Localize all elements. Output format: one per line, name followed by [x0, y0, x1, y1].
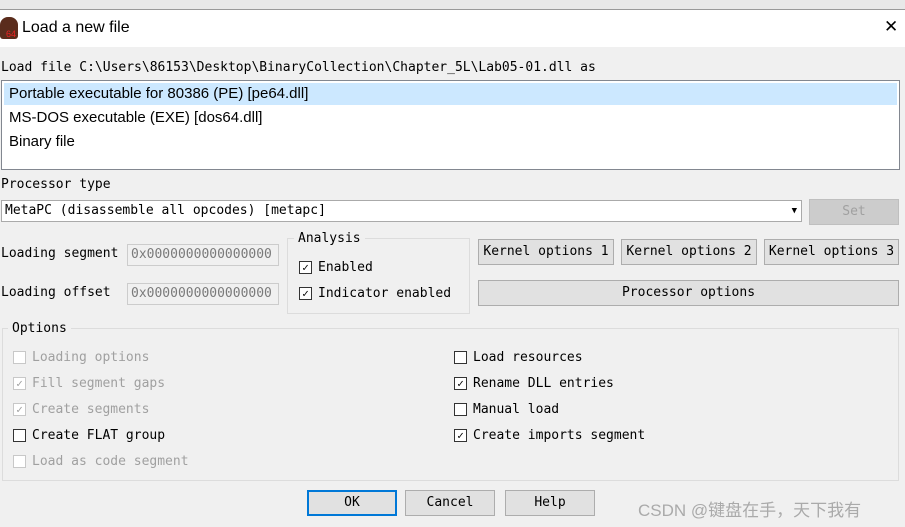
loading-options-checkbox[interactable]: Loading options [13, 350, 149, 365]
cancel-button[interactable]: Cancel [405, 490, 495, 516]
window-title: Load a new file [22, 19, 130, 36]
processor-select[interactable]: MetaPC (disassemble all opcodes) [metapc… [1, 200, 802, 222]
checkbox-box [454, 351, 467, 364]
processor-value: MetaPC (disassemble all opcodes) [metapc… [5, 203, 326, 218]
checkbox-box [13, 351, 26, 364]
loading-segment-input[interactable]: 0x0000000000000000 [127, 244, 279, 266]
option-label: Rename DLL entries [473, 376, 614, 391]
option-label: Create FLAT group [32, 428, 166, 443]
analysis-title: Analysis [294, 231, 365, 246]
option-label: Load as code segment [32, 454, 189, 469]
option-label: Create segments [32, 402, 150, 417]
chevron-down-icon: ▼ [791, 206, 797, 216]
app-icon: 64 [0, 17, 18, 39]
kernel-options-3-button[interactable]: Kernel options 3 [764, 239, 899, 265]
kernel-options-2-button[interactable]: Kernel options 2 [621, 239, 757, 265]
kernel-options-1-button[interactable]: Kernel options 1 [478, 239, 614, 265]
create-segments-checkbox[interactable]: ✓ Create segments [13, 402, 149, 417]
option-label: Manual load [473, 402, 560, 417]
load-as-code-segment-checkbox[interactable]: Load as code segment [13, 454, 189, 469]
analysis-group [287, 238, 470, 314]
loading-offset-label: Loading offset [1, 285, 111, 300]
check-icon: ✓ [299, 261, 312, 274]
load-file-label: Load file C:\Users\86153\Desktop\BinaryC… [1, 60, 596, 75]
watermark: CSDN @键盘在手，天下我有 [638, 501, 862, 520]
options-title: Options [8, 321, 71, 336]
enabled-checkbox[interactable]: ✓ Enabled [299, 260, 373, 275]
loading-segment-label: Loading segment [1, 246, 119, 261]
list-item[interactable]: Portable executable for 80386 (PE) [pe64… [4, 83, 897, 105]
checkbox-box [13, 429, 26, 442]
ok-button[interactable]: OK [307, 490, 397, 516]
checkbox-box [454, 403, 467, 416]
enabled-label: Enabled [318, 260, 373, 275]
create-imports-segment-checkbox[interactable]: ✓ Create imports segment [454, 428, 645, 443]
check-icon: ✓ [13, 377, 26, 390]
check-icon: ✓ [13, 403, 26, 416]
option-label: Create imports segment [473, 428, 646, 443]
file-type-list[interactable]: Portable executable for 80386 (PE) [pe64… [1, 80, 900, 170]
option-label: Loading options [32, 350, 150, 365]
create-flat-group-checkbox[interactable]: Create FLAT group [13, 428, 165, 443]
indicator-checkbox[interactable]: ✓ Indicator enabled [299, 286, 451, 301]
load-resources-checkbox[interactable]: Load resources [454, 350, 583, 365]
check-icon: ✓ [454, 429, 467, 442]
loading-offset-input[interactable]: 0x0000000000000000 [127, 283, 279, 305]
check-icon: ✓ [454, 377, 467, 390]
set-button[interactable]: Set [809, 199, 899, 225]
list-item[interactable]: Binary file [4, 131, 897, 153]
top-strip [0, 0, 905, 10]
close-icon[interactable]: ✕ [884, 17, 898, 37]
manual-load-checkbox[interactable]: Manual load [454, 402, 559, 417]
indicator-label: Indicator enabled [318, 286, 452, 301]
option-label: Load resources [473, 350, 583, 365]
list-item[interactable]: MS-DOS executable (EXE) [dos64.dll] [4, 107, 897, 129]
rename-dll-entries-checkbox[interactable]: ✓ Rename DLL entries [454, 376, 614, 391]
option-label: Fill segment gaps [32, 376, 166, 391]
processor-type-label: Processor type [1, 177, 111, 192]
title-bar [0, 10, 905, 47]
checkbox-box [13, 455, 26, 468]
help-button[interactable]: Help [505, 490, 595, 516]
check-icon: ✓ [299, 287, 312, 300]
processor-options-button[interactable]: Processor options [478, 280, 899, 306]
app-icon-text: 64 [6, 29, 17, 39]
fill-segment-gaps-checkbox[interactable]: ✓ Fill segment gaps [13, 376, 165, 391]
